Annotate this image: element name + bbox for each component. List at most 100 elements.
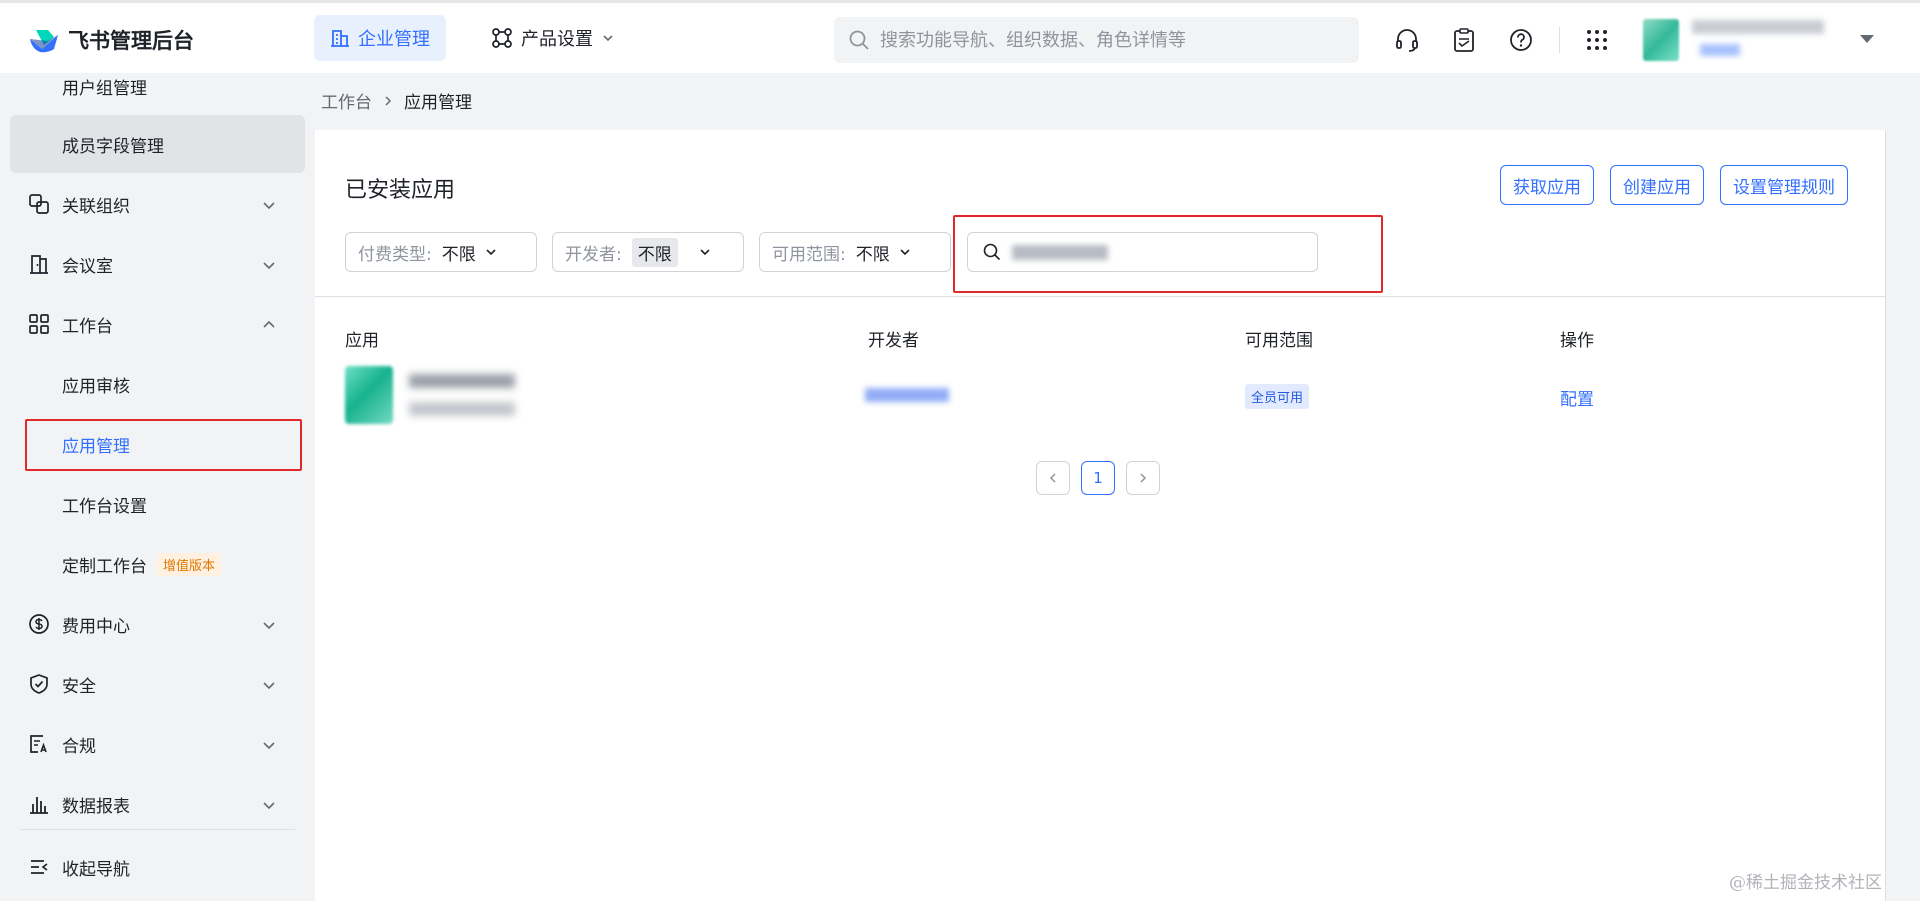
sidebar-item-label: 数据报表: [62, 796, 130, 817]
sidebar-item-label: 费用中心: [62, 616, 130, 637]
tasks-button[interactable]: [1449, 25, 1479, 55]
apps-launcher-button[interactable]: [1582, 25, 1612, 55]
customer-service-button[interactable]: [1392, 25, 1422, 55]
next-page-button[interactable]: [1126, 461, 1160, 495]
app-icon: [345, 366, 393, 424]
column-header-actions: 操作: [1560, 331, 1594, 351]
sidebar-divider: [20, 829, 295, 830]
create-app-button[interactable]: 创建应用: [1610, 165, 1704, 205]
sidebar-item-custom-workspace[interactable]: 定制工作台 增值版本: [10, 535, 305, 593]
help-button[interactable]: [1506, 25, 1536, 55]
tab-product-settings[interactable]: 产品设置: [475, 15, 631, 61]
global-search-input[interactable]: [880, 29, 1320, 51]
topbar-divider: [1559, 27, 1560, 53]
breadcrumb: 工作台 应用管理: [321, 88, 472, 113]
chevron-right-icon: [385, 95, 392, 106]
sidebar-item-label: 安全: [62, 676, 96, 697]
sidebar: 用户组管理 成员字段管理 关联组织 会议室 工作台 应用审核 应用管理 工作台设…: [0, 73, 315, 901]
link-org-icon: [29, 194, 49, 214]
meeting-room-icon: [30, 255, 48, 274]
chevron-down-icon: [263, 262, 275, 270]
chevron-down-icon: [263, 682, 275, 690]
billing-icon: [29, 614, 49, 634]
tab-label: 企业管理: [358, 29, 430, 50]
breadcrumb-current: 应用管理: [404, 93, 472, 113]
page-title: 已安装应用: [345, 178, 456, 203]
filter-value: 不限: [631, 237, 678, 267]
sidebar-item-app-management[interactable]: 应用管理: [10, 415, 305, 473]
sidebar-item-label: 合规: [62, 736, 96, 757]
user-name-redacted: [1692, 20, 1824, 34]
app-search-input[interactable]: [967, 232, 1318, 272]
app-desc-redacted: [409, 402, 515, 416]
headset-icon: [1396, 29, 1418, 52]
sidebar-item-billing[interactable]: 费用中心: [10, 595, 305, 653]
collapse-nav-label: 收起导航: [62, 859, 130, 880]
sidebar-item-workspace[interactable]: 工作台: [10, 295, 305, 353]
chevron-left-icon: [1049, 473, 1056, 483]
filter-scope[interactable]: 可用范围: 不限: [759, 232, 951, 272]
developer-redacted[interactable]: [865, 388, 949, 402]
chevron-down-icon: [263, 622, 275, 630]
page-number-button[interactable]: 1: [1081, 461, 1115, 495]
sidebar-item-workspace-settings[interactable]: 工作台设置: [10, 475, 305, 533]
app-logo[interactable]: 飞书管理后台: [28, 25, 194, 55]
manage-rules-button[interactable]: 设置管理规则: [1720, 165, 1848, 205]
product-icon: [492, 28, 512, 48]
sidebar-item-label: 工作台设置: [62, 496, 147, 517]
global-search[interactable]: [834, 17, 1359, 63]
filter-value: 不限: [855, 244, 890, 265]
sidebar-item-security[interactable]: 安全: [10, 655, 305, 713]
building-icon: [331, 30, 349, 47]
configure-link[interactable]: 配置: [1560, 385, 1594, 410]
sidebar-item-meeting-rooms[interactable]: 会议室: [10, 235, 305, 293]
premium-badge: 增值版本: [157, 552, 222, 576]
search-query-redacted: [1012, 244, 1108, 260]
sidebar-item-label: 用户组管理: [62, 78, 147, 99]
prev-page-button[interactable]: [1036, 461, 1070, 495]
sidebar-item-compliance[interactable]: 合规: [10, 715, 305, 773]
chart-icon: [30, 797, 48, 814]
sidebar-item-member-fields[interactable]: 成员字段管理: [10, 115, 305, 173]
sidebar-item-label: 成员字段管理: [62, 136, 164, 157]
sidebar-item-app-review[interactable]: 应用审核: [10, 355, 305, 413]
column-header-scope: 可用范围: [1245, 331, 1313, 351]
chevron-down-icon: [603, 35, 613, 42]
filter-label: 付费类型:: [358, 244, 432, 265]
search-icon: [983, 243, 1001, 261]
filter-developer[interactable]: 开发者: 不限: [552, 232, 744, 272]
app-search: [967, 232, 1631, 272]
sidebar-item-label: 定制工作台: [62, 556, 147, 577]
sidebar-item-label: 关联组织: [62, 196, 130, 217]
chevron-down-icon: [700, 249, 710, 256]
chevron-down-icon: [900, 249, 910, 256]
chevron-up-icon: [263, 320, 275, 328]
search-icon: [849, 30, 869, 50]
column-header-developer: 开发者: [868, 331, 919, 351]
app-title: 飞书管理后台: [68, 29, 194, 53]
panel-right-border: [1885, 130, 1886, 901]
scope-badge: 全员可用: [1245, 384, 1310, 409]
collapse-menu-icon: [31, 860, 48, 874]
avatar[interactable]: [1643, 19, 1679, 61]
section-divider: [315, 296, 1885, 297]
filter-label: 开发者:: [565, 244, 622, 265]
filter-value: 不限: [441, 244, 476, 265]
sidebar-item-user-groups[interactable]: 用户组管理: [10, 57, 305, 115]
get-app-button[interactable]: 获取应用: [1500, 165, 1594, 205]
sidebar-item-data-reports[interactable]: 数据报表: [10, 775, 305, 833]
user-menu-caret-icon[interactable]: [1860, 35, 1874, 43]
tab-enterprise-management[interactable]: 企业管理: [314, 15, 446, 61]
collapse-nav-button[interactable]: 收起导航: [10, 838, 305, 896]
filter-payment-type[interactable]: 付费类型: 不限: [345, 232, 537, 272]
sidebar-item-linked-orgs[interactable]: 关联组织: [10, 175, 305, 233]
apps-grid-icon: [1587, 30, 1607, 50]
user-org-redacted: [1700, 44, 1740, 56]
sidebar-item-label: 会议室: [62, 256, 113, 277]
workspace-icon: [29, 314, 49, 334]
breadcrumb-root[interactable]: 工作台: [321, 88, 372, 113]
watermark: @稀土掘金技术社区: [1729, 873, 1882, 893]
tab-label: 产品设置: [521, 29, 593, 50]
chevron-down-icon: [486, 249, 496, 256]
sidebar-item-label: 应用管理: [62, 436, 130, 457]
